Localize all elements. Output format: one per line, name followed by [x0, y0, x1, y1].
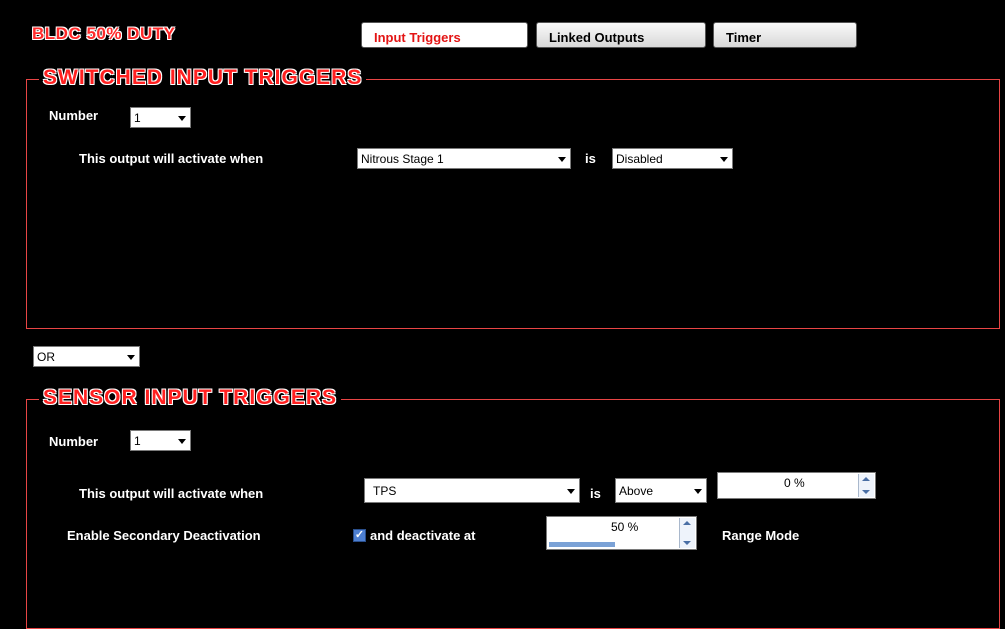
switched-state-value: Disabled	[616, 152, 663, 166]
sensor-comparator-select[interactable]: Above	[615, 478, 707, 503]
sensor-number-label: Number	[49, 434, 99, 449]
chevron-down-icon	[178, 439, 186, 444]
sensor-triggers-title: SENSOR INPUT TRIGGERS	[39, 386, 342, 410]
spin-buttons[interactable]	[858, 474, 874, 497]
spin-down-icon[interactable]	[683, 541, 691, 545]
spin-buttons[interactable]	[679, 518, 695, 548]
switched-input-value: Nitrous Stage 1	[361, 152, 444, 166]
deactivate-spinner[interactable]: 50 %	[546, 516, 697, 550]
secondary-deactivation-checkbox[interactable]: ✓	[353, 529, 366, 542]
switched-number-select[interactable]: 1	[130, 107, 191, 128]
logic-operator-select[interactable]: OR	[33, 346, 140, 367]
logic-operator-value: OR	[37, 350, 55, 364]
switched-is-label: is	[585, 151, 596, 166]
sensor-is-label: is	[590, 486, 601, 501]
sensor-threshold-spinner[interactable]: 0 %	[717, 472, 876, 499]
sensor-threshold-value: 0 %	[784, 476, 805, 490]
sensor-input-select[interactable]: TPS	[364, 478, 580, 503]
sensor-number-value: 1	[134, 434, 141, 448]
switched-triggers-title: SWITCHED INPUT TRIGGERS	[39, 66, 367, 90]
spin-up-icon[interactable]	[862, 477, 870, 481]
sensor-activate-label: This output will activate when	[79, 486, 264, 501]
chevron-down-icon	[558, 157, 566, 162]
sensor-comparator-value: Above	[619, 484, 654, 498]
chevron-down-icon	[178, 116, 186, 121]
range-mode-label: Range Mode	[722, 528, 800, 543]
switched-state-select[interactable]: Disabled	[612, 148, 733, 169]
tab-input-triggers[interactable]: Input Triggers	[361, 22, 528, 48]
checkmark-icon: ✓	[354, 529, 365, 541]
switched-number-label: Number	[49, 108, 99, 123]
spin-down-icon[interactable]	[862, 490, 870, 494]
spin-up-icon[interactable]	[683, 521, 691, 525]
page-title: BLDC 50% DUTY	[32, 24, 176, 43]
tab-timer[interactable]: Timer	[713, 22, 857, 48]
chevron-down-icon	[127, 355, 135, 360]
switched-number-value: 1	[134, 111, 141, 125]
chevron-down-icon	[694, 489, 702, 494]
chevron-down-icon	[720, 157, 728, 162]
deactivate-level-bar	[549, 542, 615, 547]
secondary-deactivation-label: Enable Secondary Deactivation	[67, 528, 261, 543]
tab-linked-outputs[interactable]: Linked Outputs	[536, 22, 706, 48]
sensor-input-value: TPS	[373, 484, 397, 498]
deactivate-value: 50 %	[611, 520, 639, 534]
switched-input-select[interactable]: Nitrous Stage 1	[357, 148, 571, 169]
sensor-number-select[interactable]: 1	[130, 430, 191, 451]
switched-activate-label: This output will activate when	[79, 151, 264, 166]
deactivate-at-label: and deactivate at	[370, 528, 476, 543]
chevron-down-icon	[567, 489, 575, 494]
